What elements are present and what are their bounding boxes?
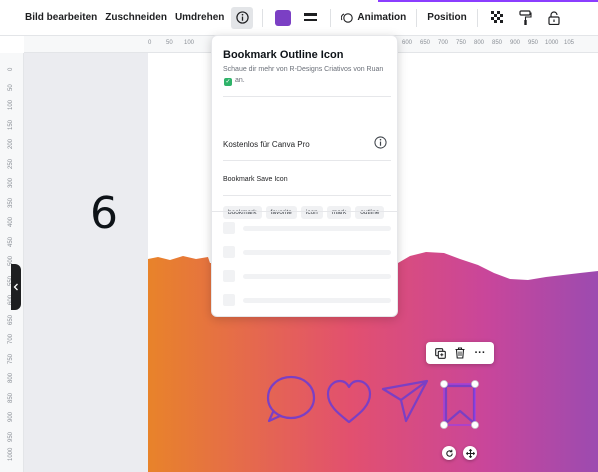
rotate-icon: [445, 449, 453, 457]
divider: [223, 96, 391, 97]
transparency-button[interactable]: [487, 7, 509, 29]
animation-label: Animation: [357, 12, 407, 23]
chevron-left-icon: [13, 283, 18, 291]
ruler-tick-label: 850: [8, 392, 14, 403]
delete-button[interactable]: [452, 345, 468, 361]
ruler-tick-label: 0: [8, 67, 14, 71]
info-icon: [236, 11, 249, 24]
paint-roller-icon: [519, 10, 532, 25]
lock-button[interactable]: [543, 7, 565, 29]
line-weight-button[interactable]: [299, 7, 321, 29]
ruler-tick-label: 900: [8, 411, 14, 422]
ruler-tick-label: 300: [8, 177, 14, 188]
toolbar-accent-line: [378, 0, 598, 2]
toolbar-divider: [262, 8, 264, 27]
divider: [212, 211, 397, 212]
duplicate-button[interactable]: [432, 345, 448, 361]
element-info-popover: Bookmark Outline Icon Schaue dir mehr vo…: [211, 35, 398, 317]
color-swatch-button[interactable]: [275, 9, 292, 26]
collapse-panel-handle[interactable]: [11, 264, 21, 310]
page-number: 6: [90, 188, 118, 239]
loading-placeholder: [223, 222, 391, 234]
ruler-tick-label: 1000: [545, 40, 559, 46]
ruler-tick-label: 100: [8, 99, 14, 110]
duplicate-icon: [434, 347, 446, 359]
ruler-tick-label: 900: [510, 40, 521, 46]
ruler-tick-label: 600: [402, 40, 413, 46]
creator-credit-text[interactable]: Schaue dir mehr von R-Designs Criativos …: [223, 66, 383, 73]
ruler-tick-label: 650: [420, 40, 431, 46]
ruler-tick-label: 200: [8, 138, 14, 149]
move-icon: [465, 448, 475, 458]
ruler-tick-label: 950: [8, 431, 14, 442]
ruler-tick-label: 700: [8, 333, 14, 344]
element-floating-toolbar: ···: [426, 342, 494, 364]
ruler-tick-label: 1000: [8, 447, 14, 461]
ruler-tick-label: 350: [8, 197, 14, 208]
flip-button[interactable]: Umdrehen: [171, 8, 228, 27]
position-button[interactable]: Position: [423, 8, 470, 27]
paint-roller-button[interactable]: [515, 7, 537, 29]
ruler-tick-label: 450: [8, 236, 14, 247]
ruler-tick-label: 400: [8, 216, 14, 227]
divider: [223, 195, 391, 196]
line-weight-icon: [303, 12, 317, 21]
rotate-button[interactable]: [442, 446, 456, 460]
ruler-tick-label: 50: [166, 40, 173, 46]
editor-toolbar: Bild bearbeiten Zuschneiden Umdrehen Ani…: [0, 0, 598, 36]
ruler-tick-label: 800: [8, 372, 14, 383]
ruler-tick-label: 950: [528, 40, 539, 46]
trash-icon: [455, 347, 465, 359]
ruler-tick-label: 650: [8, 314, 14, 325]
transparency-icon: [490, 10, 503, 23]
loading-placeholder: [223, 246, 391, 258]
ruler-tick-label: 150: [8, 119, 14, 130]
more-options-button[interactable]: ···: [472, 345, 488, 361]
animation-icon: [341, 12, 354, 23]
move-button[interactable]: [463, 446, 477, 460]
ruler-tick-label: 700: [438, 40, 449, 46]
toolbar-divider: [330, 8, 332, 27]
info-button[interactable]: [231, 6, 254, 29]
ruler-tick-label: 50: [8, 83, 14, 91]
edit-image-button[interactable]: Bild bearbeiten: [21, 8, 101, 27]
divider: [223, 160, 391, 161]
creator-credit-suffix: an.: [234, 77, 245, 84]
animation-button[interactable]: Animation: [337, 8, 410, 28]
vertical-ruler: 0501001502002503003504004505005506006507…: [0, 53, 24, 472]
unlock-icon: [548, 10, 560, 25]
creator-credit: Schaue dir mehr von R-Designs Criativos …: [223, 64, 391, 86]
ruler-tick-label: 250: [8, 158, 14, 169]
toolbar-divider: [476, 8, 478, 27]
ruler-tick-label: 105: [564, 40, 575, 46]
ruler-tick-label: 750: [8, 353, 14, 364]
toolbar-divider: [416, 8, 418, 27]
loading-placeholder: [223, 294, 391, 306]
license-info-icon[interactable]: [374, 136, 387, 149]
crop-button[interactable]: Zuschneiden: [101, 8, 171, 27]
ruler-tick-label: 750: [456, 40, 467, 46]
ruler-tick-label: 100: [184, 40, 195, 46]
verified-check-icon: ✓: [224, 78, 232, 86]
ruler-tick-label: 850: [492, 40, 503, 46]
pro-license-label: Kostenlos für Canva Pro: [223, 140, 310, 149]
ruler-tick-label: 0: [148, 40, 152, 46]
ruler-tick-label: 800: [474, 40, 485, 46]
element-title: Bookmark Outline Icon: [223, 49, 344, 61]
element-name: Bookmark Save Icon: [223, 176, 288, 183]
loading-placeholder: [223, 270, 391, 282]
